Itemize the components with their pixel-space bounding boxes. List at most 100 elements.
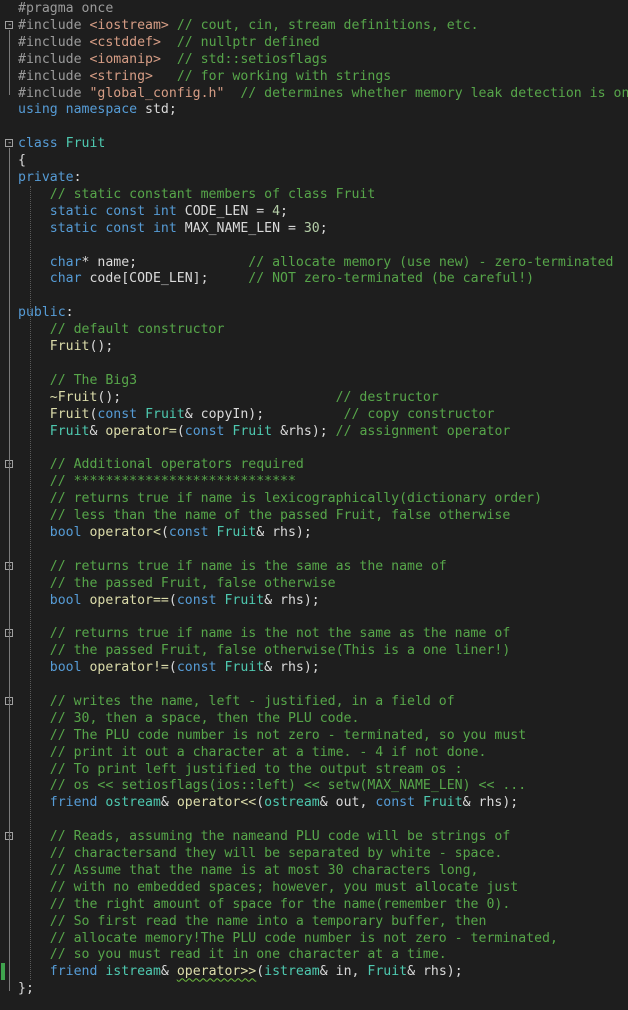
code-line[interactable] [0,118,628,135]
code-token: char [49,254,82,270]
code-line[interactable]: // the passed Fruit, false otherwise(Thi… [0,642,628,659]
code-line[interactable]: #include <string> // for working with st… [0,68,628,85]
code-line[interactable]: }; [0,980,628,997]
code-line[interactable]: // with no embedded spaces; however, you… [0,879,628,896]
code-line[interactable] [0,237,628,254]
code-token: // the passed Fruit, false otherwise(Thi… [49,643,511,659]
code-line[interactable]: #include "global_config.h" // determines… [0,85,628,102]
code-line[interactable]: Fruit& operator=(const Fruit &rhs); // a… [0,423,628,440]
code-line[interactable]: // To print left justified to the output… [0,761,628,778]
code-line[interactable] [0,676,628,693]
code-line[interactable] [0,811,628,828]
code-line[interactable]: bool operator<(const Fruit& rhs); [0,524,628,541]
code-line[interactable] [0,439,628,456]
code-line[interactable]: // Additional operators required [0,456,628,473]
code-line[interactable]: // 30, then a space, then the PLU code. [0,710,628,727]
code-text: class Fruit [18,135,105,152]
code-line[interactable]: // charactersand they will be separated … [0,845,628,862]
code-line[interactable]: // allocate memory!The PLU code number i… [0,930,628,947]
code-line[interactable]: // returns true if name is the same as t… [0,558,628,575]
code-token: operator<< [176,795,257,811]
code-line[interactable]: // Reads, assuming the nameand PLU code … [0,828,628,845]
code-token: operator== [89,592,169,608]
code-line[interactable]: // os << setiosflags(ios::left) << setw(… [0,777,628,794]
code-line[interactable]: // returns true if name is the not the s… [0,625,628,642]
code-token: // returns true if name is the not the s… [49,626,511,642]
code-token: public [18,305,66,321]
code-line[interactable]: // returns true if name is lexicographic… [0,490,628,507]
code-line[interactable]: // so you must read it in one character … [0,946,628,963]
code-line[interactable]: static const int CODE_LEN = 4; [0,203,628,220]
code-line[interactable]: bool operator==(const Fruit& rhs); [0,592,628,609]
code-line[interactable] [0,287,628,304]
code-text: // 30, then a space, then the PLU code. [18,710,360,727]
code-line[interactable]: friend istream& operator>>(istream& in, … [0,963,628,980]
code-token: & copyIn); [184,406,344,422]
code-token: ( [256,964,265,980]
code-line[interactable]: // Assume that the name is at most 30 ch… [0,862,628,879]
code-line[interactable]: // the passed Fruit, false otherwise [0,575,628,592]
code-text: #include <iostream> // cout, cin, stream… [18,17,479,34]
code-line[interactable]: friend ostream& operator<<(ostream& out,… [0,794,628,811]
fold-toggle-icon[interactable] [5,20,13,29]
code-line[interactable]: // So first read the name into a tempora… [0,913,628,930]
code-editor[interactable]: #pragma once#include <iostream> // cout,… [0,0,628,1010]
code-line[interactable]: Fruit(); [0,338,628,355]
code-token: // returns true if name is the same as t… [49,558,447,574]
code-line[interactable]: ~Fruit(); // destructor [0,389,628,406]
code-token: bool [49,592,90,608]
fold-toggle-icon[interactable] [5,139,13,148]
code-text: // Additional operators required [18,456,304,473]
code-line[interactable]: // print it out a character at a time. -… [0,744,628,761]
code-line[interactable]: bool operator!=(const Fruit& rhs); [0,659,628,676]
code-token: // The Big3 [49,372,138,388]
code-text: // returns true if name is the not the s… [18,625,511,642]
code-token: ( [168,592,177,608]
code-line[interactable]: char code[CODE_LEN]; // NOT zero-termina… [0,270,628,287]
code-line[interactable]: char* name; // allocate memory (use new)… [0,254,628,271]
code-line[interactable]: // the right amount of space for the nam… [0,896,628,913]
code-line[interactable] [0,541,628,558]
code-line[interactable]: // writes the name, left - justified, in… [0,693,628,710]
code-text: // So first read the name into a tempora… [18,913,487,930]
code-text: public: [18,304,74,321]
code-line[interactable]: #include <iomanip> // std::setiosflags [0,51,628,68]
code-line[interactable]: static const int MAX_NAME_LEN = 30; [0,220,628,237]
code-line[interactable]: // The Big3 [0,372,628,389]
code-text: // **************************** [18,473,296,490]
code-line[interactable]: // **************************** [0,473,628,490]
code-line[interactable]: // The PLU code number is not zero - ter… [0,727,628,744]
code-line[interactable]: class Fruit [0,135,628,152]
code-token: ; [280,203,288,219]
code-line[interactable]: #include <iostream> // cout, cin, stream… [0,17,628,34]
code-line[interactable] [0,355,628,372]
code-token: bool [49,524,90,540]
code-token: CODE_LEN = [184,203,273,219]
code-token: & rhs); [264,660,320,676]
code-line[interactable] [0,608,628,625]
code-line[interactable]: public: [0,304,628,321]
code-line[interactable]: #pragma once [0,0,628,17]
code-line[interactable]: // default constructor [0,321,628,338]
code-token: }; [18,981,34,997]
code-line[interactable]: // less than the name of the passed Frui… [0,507,628,524]
code-line[interactable]: #include <cstddef> // nullptr defined [0,34,628,51]
fold-region-guide [9,29,10,96]
code-line[interactable]: { [0,152,628,169]
code-line[interactable]: private: [0,169,628,186]
code-text: // less than the name of the passed Frui… [18,507,511,524]
code-token: ostream [264,795,320,811]
code-text: // the right amount of space for the nam… [18,896,511,913]
code-line[interactable]: using namespace std; [0,101,628,118]
code-line[interactable]: Fruit(const Fruit& copyIn); // copy cons… [0,406,628,423]
code-text: #include <iomanip> // std::setiosflags [18,51,328,68]
code-line[interactable]: // static constant members of class Frui… [0,186,628,203]
